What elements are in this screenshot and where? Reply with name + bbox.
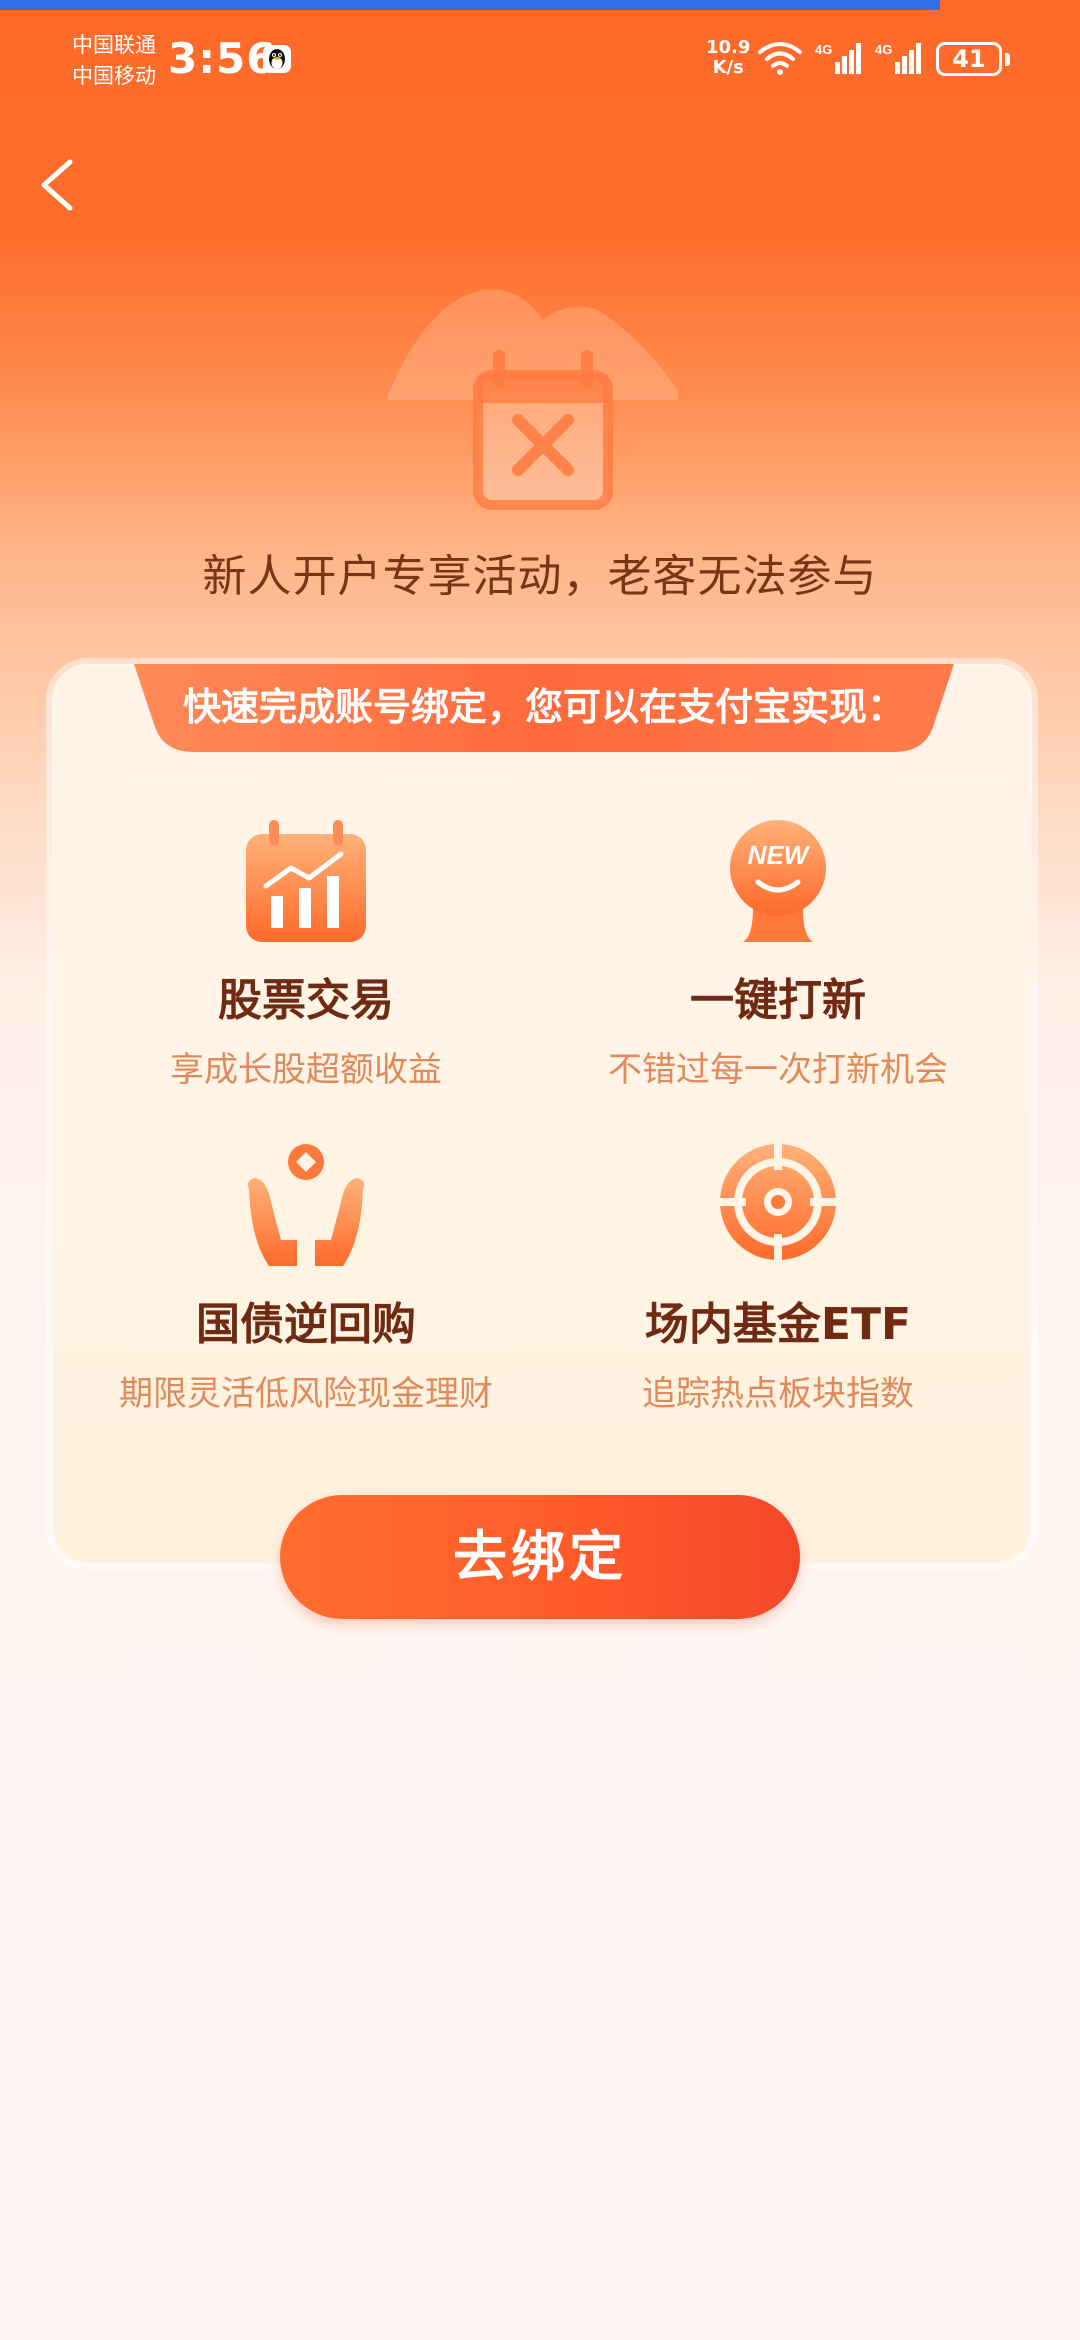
network-type-2: 4G bbox=[875, 42, 892, 57]
status-bar: 中国联通 中国移动 3:56 10.9 K/s 4G 4G 41 bbox=[0, 0, 1080, 110]
hands-coin-icon bbox=[247, 1144, 365, 1266]
target-icon bbox=[716, 1140, 840, 1264]
feature-title: 国债逆回购 bbox=[196, 1299, 416, 1350]
signal-strength-icon: 4G bbox=[815, 42, 861, 74]
feature-reverse-repo[interactable]: 国债逆回购 期限灵活低风险现金理财 bbox=[66, 1140, 546, 1415]
feature-stock-trading[interactable]: 股票交易 享成长股超额收益 bbox=[66, 816, 546, 1091]
card-banner-text: 快速完成账号绑定，您可以在支付宝实现： bbox=[182, 685, 905, 729]
feature-subtitle: 期限灵活低风险现金理财 bbox=[119, 1374, 493, 1414]
card-banner: 快速完成账号绑定，您可以在支付宝实现： bbox=[134, 664, 954, 754]
carrier-2: 中国移动 bbox=[72, 64, 156, 88]
carrier-1: 中国联通 bbox=[72, 33, 156, 57]
feature-subtitle: 追踪热点板块指数 bbox=[642, 1374, 914, 1414]
network-speed-value: 10.9 bbox=[706, 37, 751, 58]
carrier-info: 中国联通 中国移动 bbox=[72, 30, 156, 92]
back-chevron-icon[interactable] bbox=[30, 150, 90, 220]
feature-subtitle: 享成长股超额收益 bbox=[170, 1050, 442, 1090]
wifi-icon bbox=[758, 42, 802, 75]
feature-title: 场内基金ETF bbox=[644, 1299, 912, 1350]
new-badge-text: NEW bbox=[748, 840, 811, 870]
qq-penguin-icon bbox=[263, 45, 291, 73]
new-badge-icon: NEW bbox=[730, 820, 826, 942]
status-time: 3:56 bbox=[168, 34, 277, 83]
notice-message: 新人开户专享活动，老客无法参与 bbox=[202, 551, 878, 602]
battery-level: 41 bbox=[952, 45, 986, 73]
calendar-cancel-illustration bbox=[388, 289, 678, 510]
battery-icon: 41 bbox=[936, 42, 1002, 76]
battery-tip bbox=[1005, 53, 1010, 66]
benefits-card: 快速完成账号绑定，您可以在支付宝实现： 股票交易 享成长股超额收益 NEW 一键… bbox=[52, 664, 1032, 1564]
bind-account-button[interactable]: 去绑定 bbox=[280, 1495, 800, 1619]
network-type-1: 4G bbox=[815, 42, 832, 57]
feature-subtitle: 不错过每一次打新机会 bbox=[608, 1050, 948, 1090]
network-speed-unit: K/s bbox=[712, 57, 744, 78]
stock-chart-icon bbox=[246, 820, 366, 942]
feature-ipo-subscription[interactable]: NEW 一键打新 不错过每一次打新机会 bbox=[538, 816, 1018, 1091]
signal-strength-icon-2: 4G bbox=[875, 42, 921, 74]
network-speed: 10.9 K/s bbox=[706, 38, 750, 78]
feature-title: 一键打新 bbox=[690, 975, 866, 1026]
feature-etf[interactable]: 场内基金ETF 追踪热点板块指数 bbox=[538, 1140, 1018, 1415]
feature-title: 股票交易 bbox=[218, 975, 394, 1026]
